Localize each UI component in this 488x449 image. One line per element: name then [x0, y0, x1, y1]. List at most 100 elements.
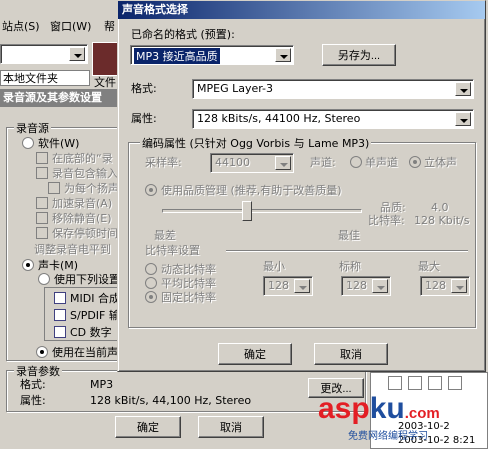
sample-rate-value: 44100 — [215, 156, 250, 169]
min-bitrate-combo[interactable]: 128 — [263, 276, 313, 296]
bg-ok-button[interactable]: 确定 — [115, 416, 181, 438]
quality-slider[interactable] — [162, 201, 362, 223]
dialog-cancel-button[interactable]: 取消 — [314, 343, 388, 365]
stereo-label: 立体声 — [424, 156, 457, 169]
slider-track — [162, 209, 362, 213]
worst-label: 最差 — [154, 229, 176, 242]
menu-window[interactable]: 窗口(W) — [50, 20, 91, 33]
nominal-bitrate-combo[interactable]: 128 — [341, 276, 391, 296]
view-button-2[interactable] — [408, 376, 422, 390]
nominal-bitrate-value: 128 — [346, 279, 367, 292]
use-following-label: 使用下列设置 — [54, 273, 120, 286]
file-tab[interactable]: 文件 — [94, 76, 116, 89]
attributes-combo[interactable]: 128 kBits/s, 44100 Hz, Stereo — [192, 109, 474, 129]
max-bitrate-value: 128 — [425, 279, 446, 292]
dialog-title-bar[interactable]: 声音格式选择 — [118, 1, 485, 19]
cbr-label: 固定比特率 — [161, 291, 216, 304]
slider-thumb[interactable] — [242, 201, 252, 221]
quality-mode-radio[interactable] — [145, 184, 157, 196]
abr-radio[interactable] — [145, 277, 157, 289]
stereo-radio[interactable] — [409, 156, 421, 168]
nominal-label: 标称 — [339, 260, 361, 273]
format-value: MPEG Layer-3 — [197, 82, 274, 95]
midi-label: MIDI 合成 — [70, 292, 120, 305]
accelerate-label: 加速录音(A) — [52, 197, 113, 210]
bottom-record-check[interactable] — [36, 152, 48, 164]
app-toolbar-icon[interactable] — [92, 42, 118, 76]
abr-label: 平均比特率 — [161, 277, 216, 290]
dialog-ok-button[interactable]: 确定 — [218, 343, 292, 365]
chevron-down-icon[interactable] — [455, 82, 471, 96]
remove-silence-check[interactable] — [36, 212, 48, 224]
format-combo[interactable]: MPEG Layer-3 — [192, 79, 474, 99]
quality-label: 品质: — [380, 201, 406, 214]
panel-title: 录音源及其参数设置 — [3, 91, 102, 104]
codec-group-label: 编码属性 (只针对 Ogg Vorbis 与 Lame MP3) — [140, 135, 372, 151]
soundcard-radio[interactable] — [22, 259, 34, 271]
cd-digital-label: CD 数字 — [70, 326, 112, 339]
dialog-title: 声音格式选择 — [122, 3, 188, 16]
preset-combo[interactable]: MP3 接近高品质 — [130, 45, 294, 65]
software-radio[interactable] — [22, 137, 34, 149]
midi-check[interactable] — [54, 292, 66, 304]
channel-label: 声道: — [310, 156, 336, 169]
per-speaker-check[interactable] — [48, 182, 60, 194]
chevron-down-icon[interactable] — [69, 47, 85, 61]
chevron-down-icon[interactable] — [275, 48, 291, 62]
view-button-1[interactable] — [388, 376, 402, 390]
bitrate-settings-label: 比特率设置 — [145, 244, 200, 257]
use-following-radio[interactable] — [38, 273, 50, 285]
max-label: 最大 — [418, 260, 440, 273]
view-button-4[interactable] — [448, 376, 462, 390]
bottom-record-label: 在底部的“录 — [52, 152, 113, 165]
chevron-down-icon[interactable] — [294, 279, 310, 293]
params-attr-label: 属性: — [20, 394, 46, 407]
view-button-3[interactable] — [428, 376, 442, 390]
vbr-radio[interactable] — [145, 263, 157, 275]
recording-source-label: 录音源 — [14, 120, 51, 136]
spdif-check[interactable] — [54, 309, 66, 321]
chevron-down-icon[interactable] — [455, 112, 471, 126]
soundcard-label: 声卡(M) — [38, 259, 79, 272]
menu-sites[interactable]: 站点(S) — [2, 20, 40, 33]
mono-label: 单声道 — [365, 156, 398, 169]
max-bitrate-combo[interactable]: 128 — [420, 276, 470, 296]
menu-help[interactable]: 帮 — [104, 20, 115, 33]
save-pause-check[interactable] — [36, 227, 48, 239]
remove-silence-label: 移除静音(E) — [52, 212, 112, 225]
sample-rate-combo[interactable]: 44100 — [210, 153, 294, 173]
attributes-value: 128 kBits/s, 44100 Hz, Stereo — [197, 112, 361, 125]
accelerate-check[interactable] — [36, 197, 48, 209]
watermark-ku: ku — [369, 392, 405, 425]
software-label: 软件(W) — [38, 137, 80, 150]
panel-title-bar: 录音源及其参数设置 — [0, 89, 120, 107]
params-format-value: MP3 — [90, 378, 114, 391]
recording-params-label: 录音参数 — [14, 363, 62, 379]
attributes-label: 属性: — [131, 112, 157, 125]
bg-cancel-button[interactable]: 取消 — [198, 416, 264, 438]
sample-rate-label: 采样率: — [145, 156, 182, 169]
mono-radio[interactable] — [350, 156, 362, 168]
preset-label: 已命名的格式 (预置): — [131, 28, 235, 41]
menu-bar: 站点(S) 窗口(W) 帮 — [0, 18, 120, 36]
address-combo[interactable] — [0, 44, 88, 64]
cd-digital-check[interactable] — [54, 326, 66, 338]
use-current-label: 使用在当前声 — [52, 346, 118, 359]
bitrate-readout-value: 128 Kbit/s — [414, 214, 470, 227]
bitrate-readout-label: 比特率: — [368, 214, 405, 227]
format-label: 格式: — [131, 82, 157, 95]
chevron-down-icon[interactable] — [451, 279, 467, 293]
chevron-down-icon[interactable] — [372, 279, 388, 293]
include-input-check[interactable] — [36, 167, 48, 179]
cbr-radio[interactable] — [145, 291, 157, 303]
vbr-label: 动态比特率 — [161, 263, 216, 276]
include-input-label: 录音包含输入 — [52, 167, 118, 180]
params-format-label: 格式: — [20, 378, 46, 391]
min-bitrate-value: 128 — [268, 279, 289, 292]
min-label: 最小 — [263, 260, 285, 273]
chevron-down-icon[interactable] — [275, 156, 291, 170]
save-as-button[interactable]: 另存为... — [322, 44, 396, 66]
use-current-radio[interactable] — [36, 346, 48, 358]
adjust-level-link[interactable]: 调整录音电平到 — [34, 243, 111, 256]
params-attr-value: 128 kBit/s, 44,100 Hz, Stereo — [90, 394, 252, 407]
